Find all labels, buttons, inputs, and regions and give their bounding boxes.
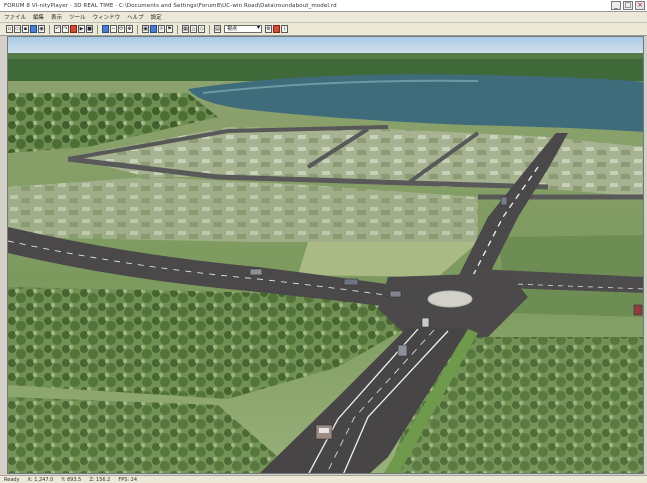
vehicle: [421, 317, 430, 328]
pan-icon[interactable]: ✥: [126, 25, 133, 33]
maximize-button[interactable]: □: [623, 1, 633, 10]
grid-icon[interactable]: ▦: [182, 25, 189, 33]
view-select[interactable]: 視点: [224, 25, 262, 33]
menu-view[interactable]: 表示: [51, 13, 62, 21]
vehicle: [500, 196, 508, 206]
status-x: X: 1,247.0: [27, 476, 54, 483]
terrain-icon[interactable]: △: [190, 25, 197, 33]
forest-edge: [8, 53, 643, 59]
rotate-icon[interactable]: ⟳: [118, 25, 125, 33]
3d-viewport[interactable]: [7, 36, 644, 474]
route-icon[interactable]: [150, 25, 157, 33]
menu-settings[interactable]: 設定: [151, 13, 162, 21]
record-icon[interactable]: [70, 25, 77, 33]
new-file-icon[interactable]: ▫: [6, 25, 13, 33]
vehicle: [633, 304, 643, 316]
status-y: Y: 893.5: [61, 476, 82, 483]
open-folder-icon[interactable]: ▭: [14, 25, 21, 33]
close-button[interactable]: ×: [635, 1, 645, 10]
window-controls: _ □ ×: [611, 1, 645, 10]
menu-tools[interactable]: ツール: [69, 13, 86, 21]
zoom-out-icon[interactable]: −: [110, 25, 117, 33]
vehicle-window: [319, 428, 329, 433]
alert-icon[interactable]: [273, 25, 280, 33]
flag-icon[interactable]: ⚑: [166, 25, 173, 33]
minimize-button[interactable]: _: [611, 1, 621, 10]
car-icon[interactable]: ▣: [142, 25, 149, 33]
menu-file[interactable]: ファイル: [4, 13, 26, 21]
aerial-scene: [8, 37, 643, 473]
undo-icon[interactable]: ↶: [54, 25, 61, 33]
vehicle: [397, 344, 408, 357]
vehicle: [389, 290, 402, 298]
settings-icon[interactable]: ⚙: [265, 25, 272, 33]
print-icon[interactable]: [30, 25, 37, 33]
menu-window[interactable]: ウィンドウ: [93, 13, 121, 21]
view-preset-icon[interactable]: ▤: [214, 25, 221, 33]
toolbar-separator: [177, 24, 178, 34]
status-z: Z: 156.2: [89, 476, 111, 483]
menu-help[interactable]: ヘルプ: [127, 13, 144, 21]
toolbar-separator: [49, 24, 50, 34]
menu-edit[interactable]: 編集: [33, 13, 44, 21]
status-fps: FPS: 24: [118, 476, 138, 483]
title-bar: FORUM 8 VI-nityPlayer · 3D REAL TIME · C…: [0, 0, 647, 12]
zoom-in-icon[interactable]: [102, 25, 109, 33]
camera-icon[interactable]: ◉: [38, 25, 45, 33]
stop-icon[interactable]: ■: [86, 25, 93, 33]
play-icon[interactable]: ▶: [78, 25, 85, 33]
toolbar-separator: [137, 24, 138, 34]
light-icon[interactable]: ☼: [158, 25, 165, 33]
vehicle: [343, 278, 359, 286]
status-bar: Ready X: 1,247.0 Y: 893.5 Z: 156.2 FPS: …: [0, 475, 647, 483]
toolbar-separator: [209, 24, 210, 34]
menu-bar: ファイル 編集 表示 ツール ウィンドウ ヘルプ 設定: [0, 12, 647, 23]
redo-icon[interactable]: ↷: [62, 25, 69, 33]
roundabout-island: [427, 290, 473, 308]
toolbar: ▫ ▭ ▪ ◉ ↶ ↷ ▶ ■ − ⟳ ✥ ▣ ☼ ⚑ ▦ △ ◇ ▤ 視点 ⚙…: [0, 23, 647, 36]
status-ready: Ready: [4, 476, 20, 483]
sky: [8, 37, 643, 55]
sign-icon[interactable]: ◇: [198, 25, 205, 33]
info-icon[interactable]: i: [281, 25, 288, 33]
window-title: FORUM 8 VI-nityPlayer · 3D REAL TIME · C…: [4, 2, 337, 9]
save-icon[interactable]: ▪: [22, 25, 29, 33]
toolbar-separator: [97, 24, 98, 34]
vehicle: [249, 268, 263, 276]
